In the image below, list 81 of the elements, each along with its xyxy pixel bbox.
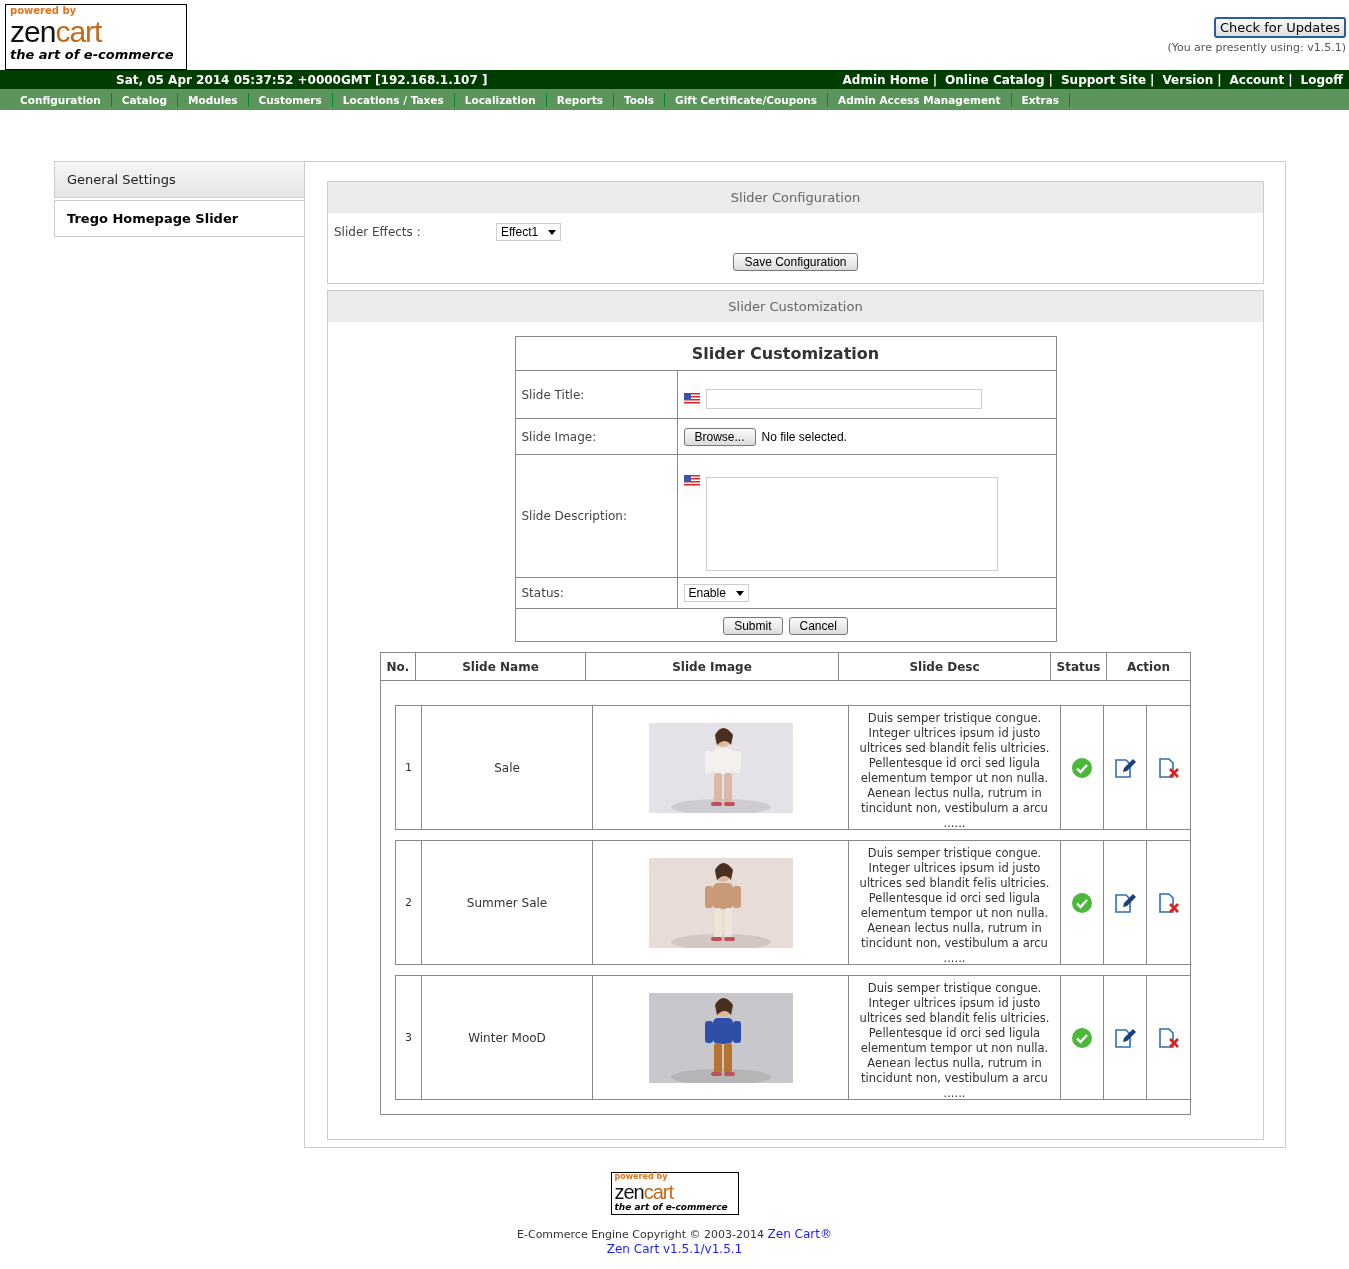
status-dropdown[interactable]: Enable (683, 584, 749, 602)
menu-item[interactable]: Gift Certificate/Coupons (665, 92, 829, 107)
form-button[interactable]: Submit (723, 617, 783, 635)
form-button[interactable]: Cancel (788, 617, 848, 635)
logo-zen: zen (10, 15, 56, 48)
field-label: Slide Description: (521, 509, 627, 523)
table-cell: Sale (422, 706, 593, 829)
edit-icon[interactable] (1114, 1026, 1136, 1049)
date-time: Sat, 05 Apr 2014 05:37:52 +0000GMT [192.168.1.107 ] (116, 72, 488, 87)
caret-icon (735, 590, 744, 596)
top-link[interactable]: Online Catalog (945, 72, 1045, 87)
top-link[interactable]: Version (1162, 72, 1214, 87)
separator: | (1048, 72, 1053, 87)
logo-zen: zen (614, 1180, 644, 1203)
section-header: Slider Customization (328, 291, 1263, 322)
table-cell: Duis semper tristique congue. Integer ultrices ipsum id justo ultrices sed blandit felis ultricies. Pellentesque id orci sed ligula elementum tempor ut non nulla. Aenean lectus nulla, rutrum in tincidunt non, vestibulum a arcu ...... (849, 976, 1061, 1099)
logo-cart: cart (643, 1180, 674, 1203)
column-header: Slide Name (416, 653, 586, 680)
zen-cart-logo[interactable]: powered by zencart the art of e-commerce (610, 1172, 739, 1215)
slide-title-input[interactable] (705, 388, 982, 409)
top-link[interactable]: Support Site (1060, 72, 1147, 87)
zen-cart-release-link[interactable]: Zen Cart v1.5.1/v1.5.1 (606, 1241, 743, 1256)
separator: | (1217, 72, 1222, 87)
top-link[interactable]: Logoff (1300, 72, 1343, 87)
menu-item[interactable]: Configuration (10, 92, 112, 107)
delete-icon[interactable] (1157, 1026, 1180, 1049)
field-label: Status: (521, 586, 564, 600)
version-note: (You are presently using: v1.5.1) (1167, 41, 1346, 54)
top-link[interactable]: Admin Home (842, 72, 929, 87)
flag-icon (683, 475, 700, 486)
browse-button[interactable]: Browse... (683, 427, 756, 446)
separator: | (1150, 72, 1155, 87)
menu-item[interactable]: Extras (1011, 92, 1071, 107)
menu-item[interactable]: Customers (248, 92, 333, 107)
table-cell: 3 (396, 976, 422, 1099)
separator: | (932, 72, 938, 87)
table-cell: 1 (396, 706, 422, 829)
table-cell: Summer Sale (422, 841, 593, 964)
table-cell: Duis semper tristique congue. Integer ultrices ipsum id justo ultrices sed blandit felis ultricies. Pellentesque id orci sed ligula elementum tempor ut non nulla. Aenean lectus nulla, rutrum in tincidunt non, vestibulum a arcu ...... (849, 841, 1061, 964)
field-label: Slide Title: (521, 387, 585, 402)
side-tab[interactable]: General Settings (54, 161, 304, 198)
side-tab[interactable]: Trego Homepage Slider (54, 200, 304, 237)
effects-dropdown[interactable]: Effect1 (496, 223, 562, 241)
zen-cart-logo[interactable]: powered by zencart the art of e-commerce (5, 4, 187, 70)
edit-icon[interactable] (1114, 891, 1136, 914)
menu-item[interactable]: Catalog (111, 92, 178, 107)
save-configuration-button[interactable]: Save Configuration (733, 253, 858, 271)
logo-powered-by: powered by (614, 1173, 668, 1182)
menu-item[interactable]: Locations / Taxes (332, 92, 455, 107)
column-header: Action (1125, 658, 1171, 676)
menu-item[interactable]: Admin Access Management (828, 92, 1012, 107)
copyright-text: E-Commerce Engine Copyright © 2003-2014 (517, 1227, 765, 1241)
table-cell: Winter MooD (422, 976, 593, 1099)
separator: | (1288, 72, 1293, 87)
delete-icon[interactable] (1157, 891, 1180, 914)
delete-icon[interactable] (1157, 756, 1180, 779)
field-label: Slide Image: (521, 429, 597, 444)
menu-item[interactable]: Modules (178, 92, 249, 107)
column-header: Slide Desc (839, 653, 1051, 680)
column-header: Status (1051, 653, 1107, 680)
flag-icon (683, 393, 700, 404)
section-header: Slider Configuration (328, 182, 1263, 213)
form-title: Slider Customization (515, 337, 1056, 371)
logo-powered-by: powered by (10, 5, 77, 16)
menu-item[interactable]: Localization (454, 92, 547, 107)
column-header: No. (381, 653, 416, 680)
table-cell: Duis semper tristique congue. Integer ultrices ipsum id justo ultrices sed blandit felis ultricies. Pellentesque id orci sed ligula elementum tempor ut non nulla. Aenean lectus nulla, rutrum in tincidunt non, vestibulum a arcu ...... (849, 706, 1061, 829)
logo-tagline: the art of e-commerce (10, 47, 174, 62)
check-updates-button[interactable]: Check for Updates (1214, 17, 1346, 38)
zen-cart-link[interactable]: Zen Cart® (767, 1226, 832, 1241)
logo-tagline: the art of e-commerce (614, 1202, 728, 1213)
menu-item[interactable]: Tools (614, 92, 666, 107)
edit-icon[interactable] (1114, 756, 1136, 779)
file-status: No file selected. (761, 429, 847, 444)
field-label: Slider Effects : (334, 225, 422, 239)
top-link[interactable]: Account (1229, 72, 1285, 87)
menu-item[interactable]: Reports (546, 92, 615, 107)
logo-cart: cart (55, 15, 102, 48)
column-header: Slide Image (586, 653, 839, 680)
table-cell: 2 (396, 841, 422, 964)
caret-icon (548, 229, 557, 235)
